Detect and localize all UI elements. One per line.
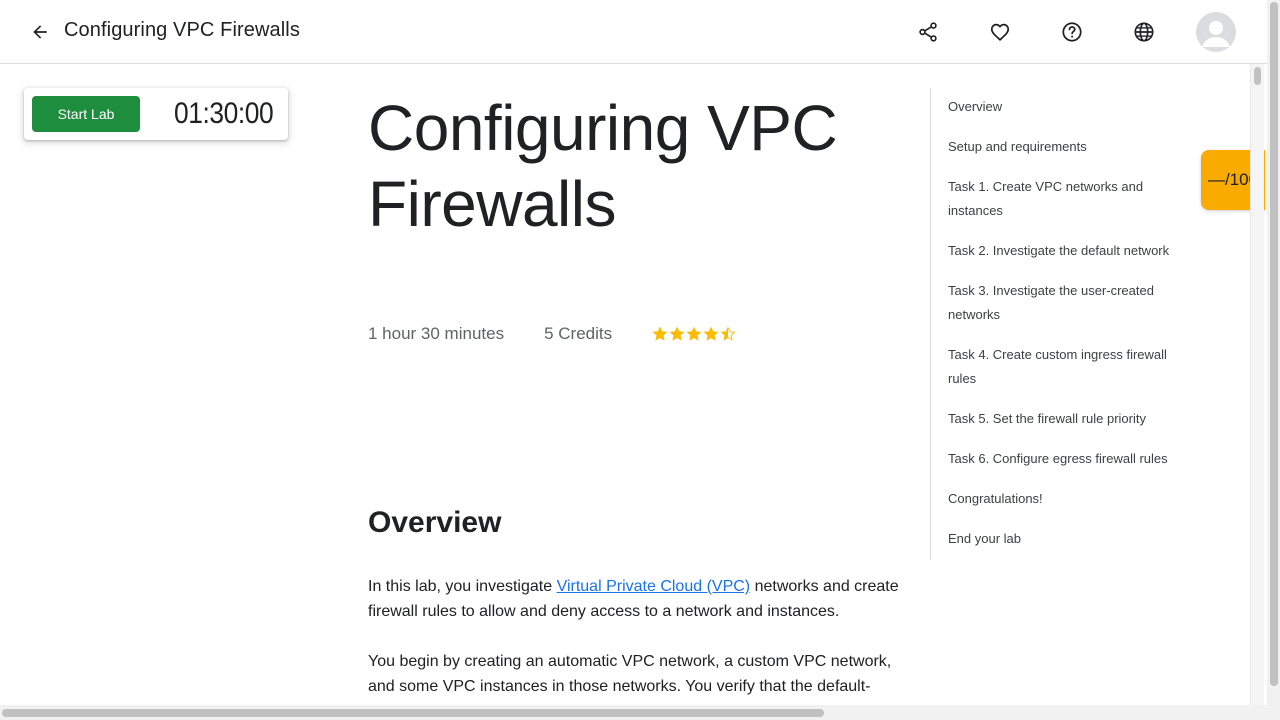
toc-item-task-3[interactable]: Task 3. Investigate the user-created net… [948,279,1188,327]
toc-item-task-2[interactable]: Task 2. Investigate the default network [948,239,1188,263]
para1-text-start: In this lab, you investigate [368,578,557,595]
lab-rating [652,326,736,342]
page-horizontal-scrollbar-thumb[interactable] [2,709,824,717]
overview-paragraph-1: In this lab, you investigate Virtual Pri… [368,574,908,624]
lab-title: Configuring VPC Firewalls [368,92,838,240]
toc-item-end-lab[interactable]: End your lab [948,527,1188,551]
avatar-icon [1202,21,1230,47]
heart-icon [990,23,1010,41]
page-title: Configuring VPC Firewalls [64,19,300,41]
lab-meta: 1 hour 30 minutes 5 Credits [368,324,736,344]
overview-heading: Overview [368,506,502,539]
back-button[interactable] [24,16,56,48]
toc-item-task-1[interactable]: Task 1. Create VPC networks and instance… [948,175,1188,223]
star-icon [686,326,702,341]
toc-item-task-4[interactable]: Task 4. Create custom ingress firewall r… [948,343,1188,391]
start-lab-button[interactable]: Start Lab [32,96,140,132]
overview-paragraph-2: You begin by creating an automatic VPC n… [368,653,892,695]
table-of-contents: Overview Setup and requirements Task 1. … [930,88,1190,560]
star-icon [703,326,719,341]
toc-item-overview[interactable]: Overview [948,95,1188,119]
language-button[interactable] [1128,16,1160,48]
page-vertical-scrollbar-thumb[interactable] [1270,2,1278,686]
account-avatar[interactable] [1196,12,1236,52]
lab-timer: 01:30:00 [174,97,274,130]
content-scrollbar[interactable] [1250,64,1264,705]
star-icon [652,326,668,341]
help-button[interactable] [1056,16,1088,48]
arrow-back-icon [33,25,47,39]
lab-duration: 1 hour 30 minutes [368,324,505,343]
content-scrollbar-thumb[interactable] [1254,67,1261,85]
star-icon [720,326,736,341]
lab-content: Configuring VPC Firewalls 1 hour 30 minu… [368,88,908,695]
lab-credits: 5 Credits [544,324,613,343]
toc-item-setup[interactable]: Setup and requirements [948,135,1188,159]
lab-control-panel: Start Lab 01:30:00 [24,88,288,140]
globe-icon [1134,22,1154,42]
favorite-button[interactable] [984,16,1016,48]
share-button[interactable] [912,16,944,48]
share-icon [919,22,937,42]
star-icon [669,326,685,341]
top-app-bar: Configuring VPC Firewalls [0,0,1280,64]
help-icon [1062,22,1082,42]
toc-item-task-5[interactable]: Task 5. Set the firewall rule priority [948,407,1188,431]
toc-item-congratulations[interactable]: Congratulations! [948,487,1188,511]
toc-item-task-6[interactable]: Task 6. Configure egress firewall rules [948,447,1188,471]
vpc-link[interactable]: Virtual Private Cloud (VPC) [557,578,751,595]
